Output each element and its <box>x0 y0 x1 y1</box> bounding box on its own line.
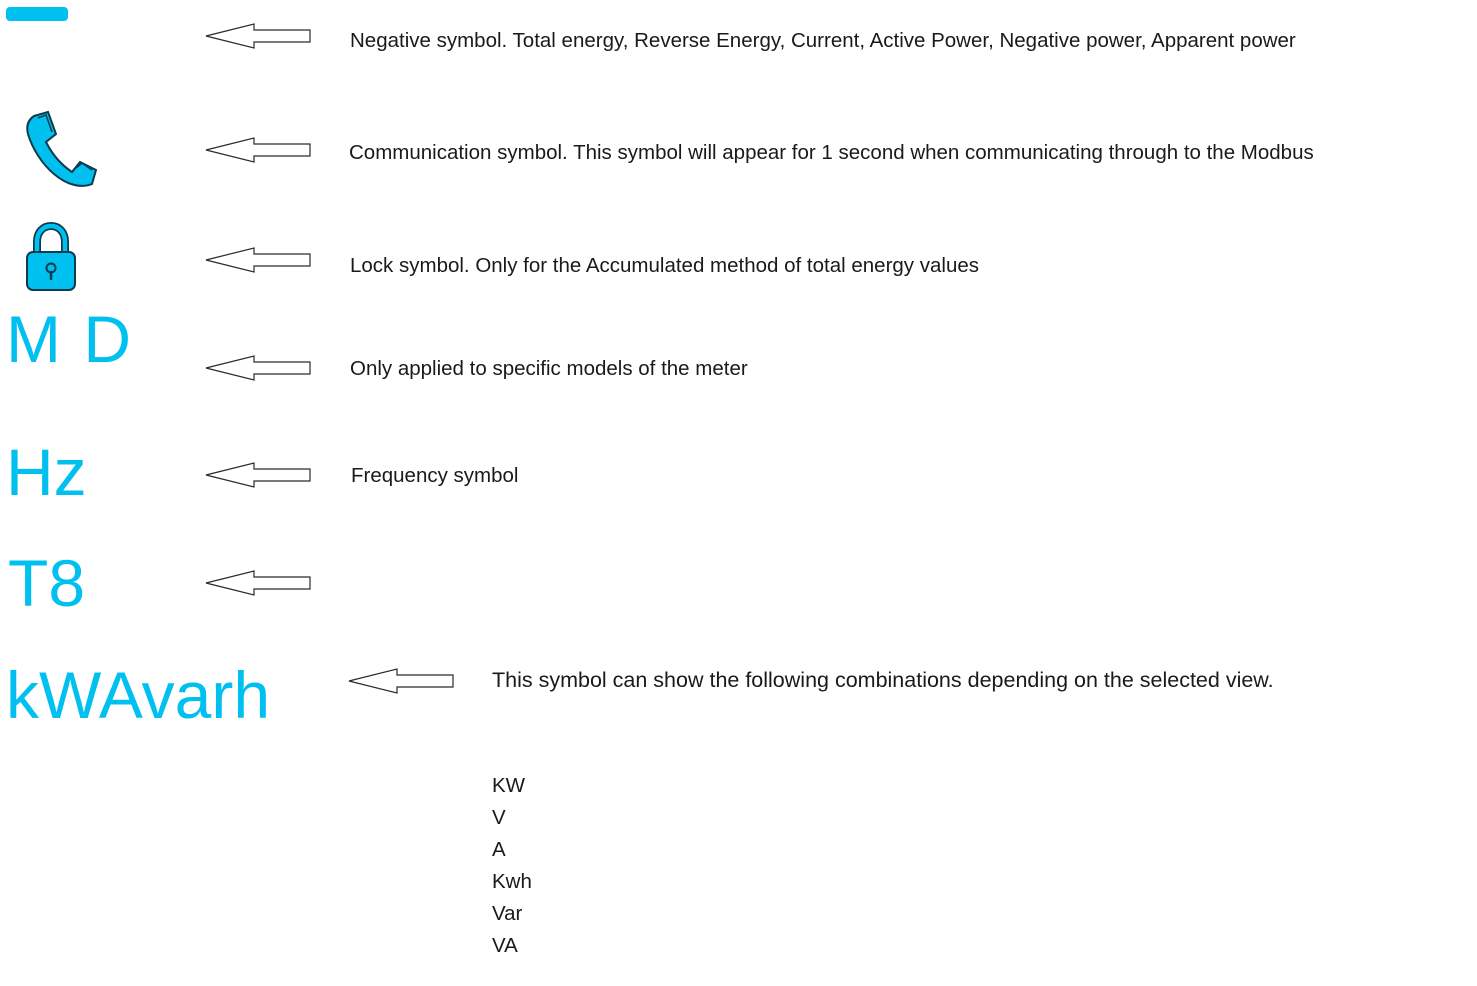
phone-icon <box>26 110 98 187</box>
list-item: VA <box>492 934 518 957</box>
minus-icon <box>6 7 68 21</box>
left-arrow-icon <box>205 570 311 596</box>
lock-symbol-description: Lock symbol. Only for the Accumulated me… <box>350 254 979 277</box>
frequency-symbol-description: Frequency symbol <box>351 464 519 487</box>
md-symbol-description: Only applied to specific models of the m… <box>350 357 748 380</box>
unit-combinations-list: KW V A Kwh Var VA <box>492 770 532 962</box>
list-item: KW <box>492 774 526 797</box>
list-item: Var <box>492 902 523 925</box>
kwavarh-symbol: kWAvarh <box>6 658 271 732</box>
negative-symbol-description: Negative symbol. Total energy, Reverse E… <box>350 29 1296 52</box>
left-arrow-icon <box>205 462 311 488</box>
left-arrow-icon <box>205 137 311 163</box>
list-item: V <box>492 806 506 829</box>
t8-symbol: T8 <box>8 546 86 620</box>
left-arrow-icon <box>205 355 311 381</box>
list-item: Kwh <box>492 870 532 893</box>
left-arrow-icon <box>348 668 454 694</box>
left-arrow-icon <box>205 247 311 273</box>
left-arrow-icon <box>205 23 311 49</box>
communication-symbol-description: Communication symbol. This symbol will a… <box>349 141 1314 164</box>
lock-icon <box>26 222 76 291</box>
list-item: A <box>492 838 506 861</box>
md-symbol: M D <box>6 302 133 376</box>
hz-symbol: Hz <box>6 435 87 509</box>
unit-symbol-description: This symbol can show the following combi… <box>492 668 1274 692</box>
